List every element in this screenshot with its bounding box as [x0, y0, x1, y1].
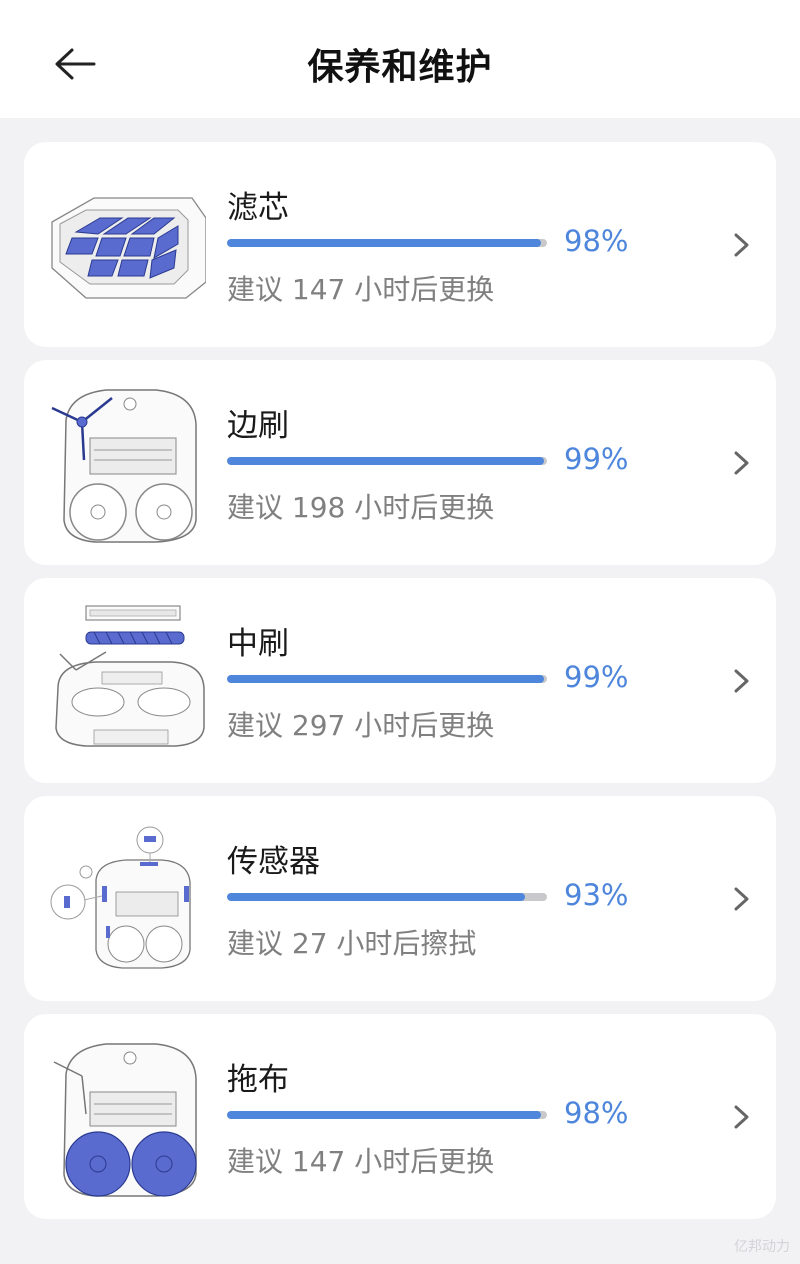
- progress-bar: [227, 239, 547, 247]
- page-title: 保养和维护: [307, 47, 493, 88]
- progress-bar: [227, 893, 547, 901]
- progress-fill: [227, 1111, 541, 1119]
- sensor-icon: [50, 826, 191, 969]
- chevron-right-icon: [734, 451, 749, 475]
- progress-fill: [227, 893, 525, 901]
- percent-text: 98%: [564, 1096, 629, 1130]
- item-name: 拖布: [227, 1062, 289, 1098]
- hint-text: 建议 198 小时后更换: [227, 491, 495, 524]
- maintenance-item-filter[interactable]: 滤芯 98% 建议 147 小时后更换: [24, 142, 776, 347]
- chevron-right-icon: [734, 887, 749, 911]
- percent-text: 93%: [564, 878, 629, 912]
- progress-fill: [227, 239, 541, 247]
- percent-text: 99%: [564, 660, 629, 694]
- filter-icon: [51, 197, 206, 299]
- progress-bar: [227, 457, 547, 465]
- hint-text: 建议 147 小时后更换: [227, 1145, 495, 1178]
- maintenance-item-side-brush[interactable]: 边刷 99% 建议 198 小时后更换: [24, 360, 776, 565]
- percent-text: 99%: [564, 442, 629, 476]
- progress-fill: [227, 457, 544, 465]
- percent-text: 98%: [564, 224, 629, 258]
- progress-bar: [227, 675, 547, 683]
- item-name: 边刷: [227, 408, 289, 444]
- item-name: 中刷: [227, 626, 289, 662]
- item-name: 滤芯: [227, 190, 289, 226]
- hint-text: 建议 27 小时后擦拭: [227, 927, 477, 960]
- hint-text: 建议 297 小时后更换: [227, 709, 495, 742]
- chevron-right-icon: [734, 1105, 749, 1129]
- watermark: 亿邦动力: [734, 1239, 790, 1255]
- maintenance-item-mop[interactable]: 拖布 98% 建议 147 小时后更换: [24, 1014, 776, 1219]
- side-brush-icon: [51, 389, 197, 543]
- progress-fill: [227, 675, 544, 683]
- maintenance-item-sensor[interactable]: 传感器 93% 建议 27 小时后擦拭: [24, 796, 776, 1001]
- chevron-right-icon: [734, 669, 749, 693]
- hint-text: 建议 147 小时后更换: [227, 273, 495, 306]
- item-name: 传感器: [227, 844, 320, 880]
- progress-bar: [227, 1111, 547, 1119]
- main-brush-icon: [55, 605, 205, 747]
- maintenance-item-main-brush[interactable]: 中刷 99% 建议 297 小时后更换: [24, 578, 776, 783]
- top-bar: 保养和维护: [0, 0, 800, 118]
- chevron-right-icon: [734, 233, 749, 257]
- mop-icon: [53, 1043, 197, 1197]
